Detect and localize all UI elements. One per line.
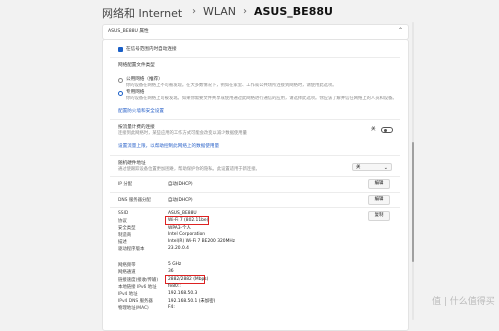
divider (110, 155, 400, 156)
private-network-desc: 你的设备在网络上可被发现。如果你需要文件共享或使用通过此网络进行通信的应用，请选… (126, 96, 397, 101)
chevron-right-icon: › (243, 6, 247, 17)
net-value: 2882/2882 (Mbps) (168, 277, 209, 282)
breadcrumb-wlan[interactable]: WLAN (203, 5, 236, 18)
prop-label: 驱动程序版本 (118, 247, 145, 252)
net-value: 192.168.50.1 (未加密) (168, 299, 216, 304)
net-label: 物理地址(MAC) (118, 306, 149, 311)
auto-connect-checkbox[interactable] (118, 47, 123, 52)
prop-value: Intel(R) Wi-Fi 7 BE200 320MHz (168, 239, 235, 244)
dns-edit-button[interactable]: 编辑 (368, 195, 390, 205)
net-label: IPv4 DNS 服务器 (118, 299, 153, 304)
prop-value: 23.20.0.4 (168, 246, 189, 251)
prop-value: Intel Corporation (168, 232, 206, 237)
prop-label: 安全类型 (118, 226, 136, 231)
profile-heading: 网络配置文件类型 (118, 63, 155, 68)
net-value: 5 GHz (168, 262, 182, 267)
random-mac-heading: 随机硬件地址 (118, 161, 146, 166)
private-network-radio[interactable] (118, 91, 123, 96)
metered-heading: 按流量计费的连接 (118, 125, 155, 130)
prop-label: SSID (118, 211, 129, 216)
net-value: 36 (168, 269, 174, 274)
scrollbar[interactable] (411, 22, 415, 320)
dns-assignment-value: 自动(DHCP) (168, 198, 193, 203)
public-network-radio[interactable] (118, 78, 123, 83)
prop-label: 协议 (118, 219, 127, 224)
divider (110, 207, 400, 208)
divider (110, 176, 400, 177)
data-limit-link[interactable]: 设置流量上限，以帮助控制此网络上的数据使用量 (118, 143, 219, 149)
net-label: 本地链接 IPv6 地址 (118, 285, 157, 290)
toggle-knob (383, 128, 387, 132)
prop-value: Wi-Fi 7 (802.11be) (168, 218, 209, 223)
chevron-right-icon: › (192, 6, 196, 17)
auto-connect-label: 在信号范围内时自动连接 (126, 47, 177, 52)
prop-label: 描述 (118, 240, 127, 245)
net-value: F4: (168, 305, 175, 310)
breadcrumb-network[interactable]: 网络和 Internet (102, 5, 182, 21)
private-network-label: 专用网络 (126, 90, 145, 95)
properties-header-title: ASUS_BE88U 属性 (108, 29, 149, 34)
net-label: IPv4 地址 (118, 292, 138, 297)
net-value: fe80:: (168, 284, 181, 289)
ip-assignment-value: 自动(DHCP) (168, 182, 193, 187)
divider (110, 119, 400, 120)
public-network-desc: 你的设备在网络上不可被发现。在大多数情况下，例如在家里、工作或公共场所连接到网络… (126, 83, 337, 88)
metered-desc: 连接到此网络时，某些应用的工作方式可能会改变以减少数据使用量 (118, 131, 247, 136)
scrollbar-thumb[interactable] (412, 142, 414, 262)
page-title: ASUS_BE88U (254, 5, 333, 18)
random-mac-select-value: 关 (356, 165, 361, 170)
copy-properties-button[interactable]: 复制 (368, 211, 390, 221)
net-label: 链接速度(接收/传输) (118, 278, 159, 283)
net-label: 网络通道 (118, 270, 136, 275)
ip-edit-button[interactable]: 编辑 (368, 179, 390, 189)
ip-assignment-label: IP 分配 (118, 182, 133, 187)
divider (110, 57, 400, 58)
metered-toggle-label: 关 (371, 127, 376, 132)
net-value: 192.168.50.3 (168, 291, 198, 296)
public-network-label: 公用网络（推荐） (126, 77, 163, 82)
prop-label: 制造商 (118, 233, 132, 238)
metered-toggle[interactable] (381, 127, 393, 133)
dns-assignment-label: DNS 服务器分配 (118, 198, 151, 203)
chevron-up-icon[interactable]: ⌃ (398, 27, 403, 34)
firewall-settings-link[interactable]: 配置防火墙和安全设置 (118, 108, 164, 114)
random-mac-select[interactable]: 关 ⌄ (352, 163, 392, 171)
watermark: 值 | 什么值得买 (432, 297, 495, 307)
random-mac-desc: 通过使跟踪设备位置更加困难，帮助保护你的隐私。此设置适用于新连接。 (118, 167, 260, 172)
divider (110, 192, 400, 193)
net-label: 网络频带 (118, 263, 136, 268)
prop-value: WPA3-个人 (168, 226, 191, 231)
chevron-down-icon: ⌄ (383, 165, 388, 171)
